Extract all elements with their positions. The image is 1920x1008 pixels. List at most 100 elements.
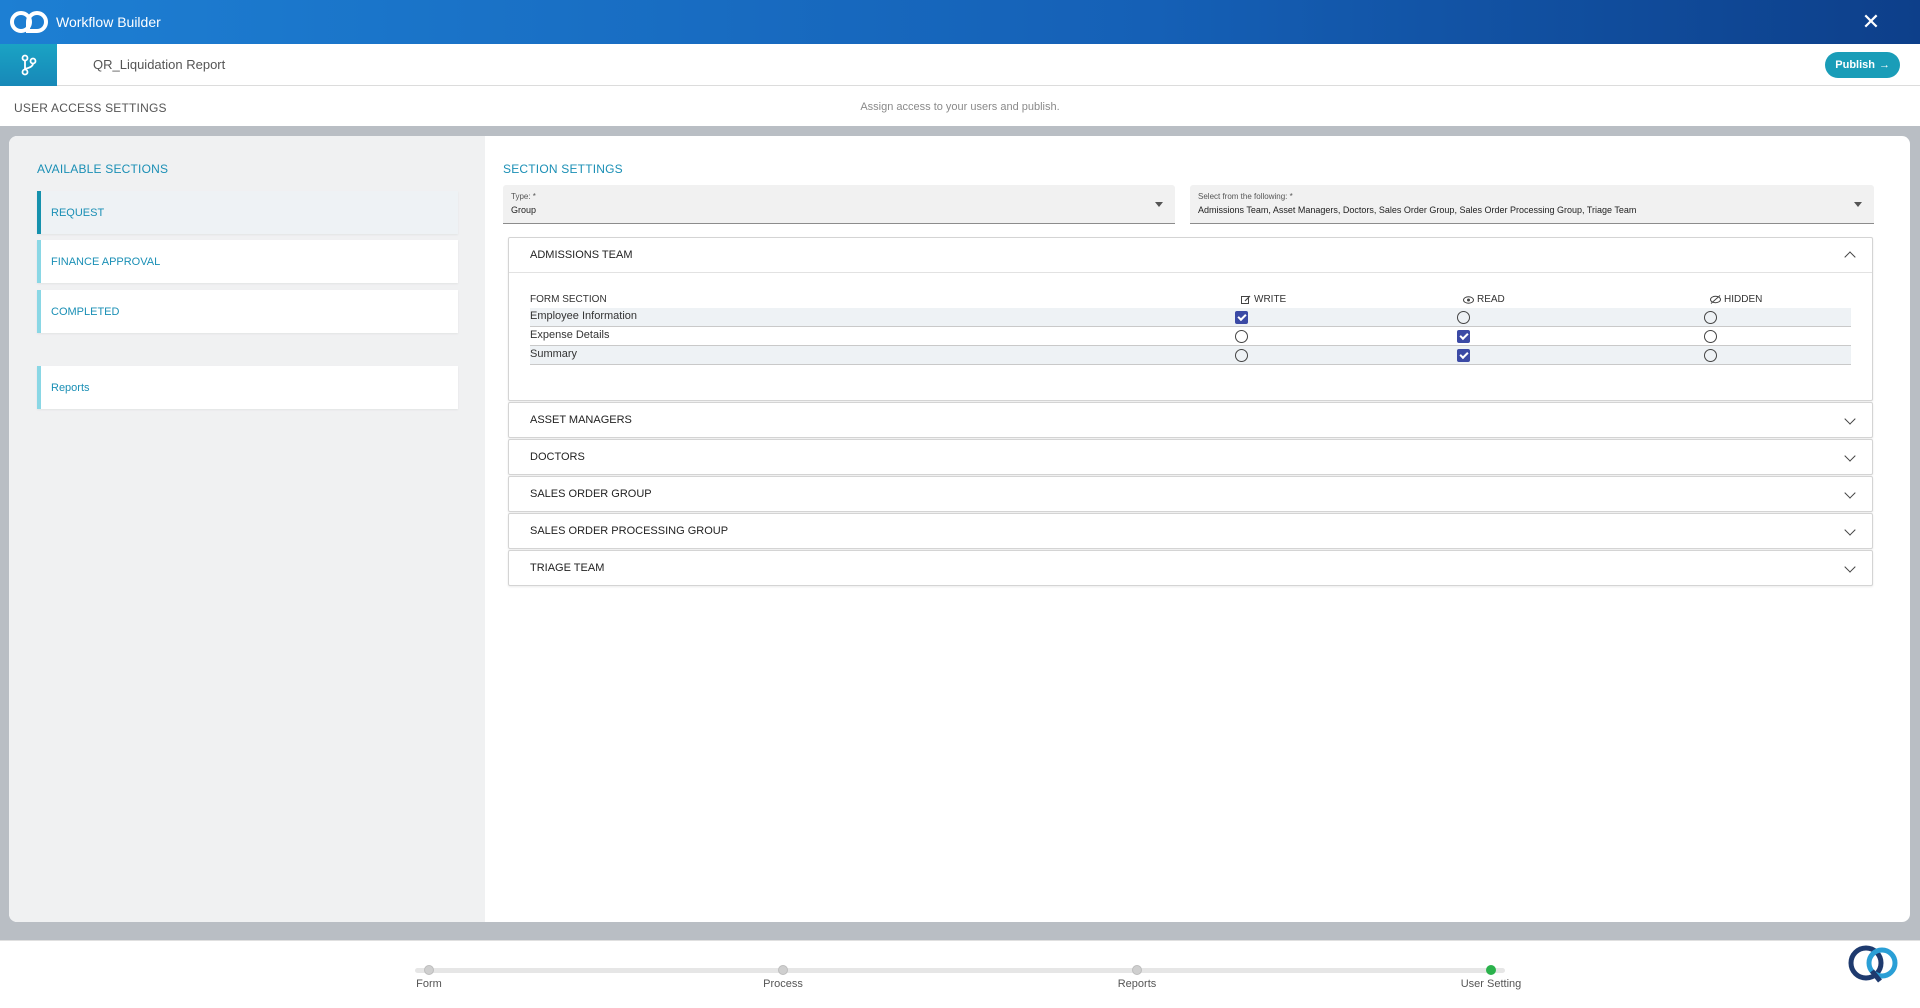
write-header: WRITE bbox=[1241, 294, 1286, 305]
publish-button[interactable]: Publish → bbox=[1825, 52, 1900, 78]
chevron-down-icon[interactable] bbox=[1844, 487, 1856, 499]
group-name: DOCTORS bbox=[530, 451, 585, 463]
form-section-name: Summary bbox=[530, 348, 578, 360]
step-user-setting[interactable]: User Setting bbox=[1431, 965, 1551, 990]
members-select[interactable]: Select from the following: * Admissions … bbox=[1190, 185, 1874, 224]
available-sections-title: AVAILABLE SECTIONS bbox=[37, 162, 169, 176]
permissions-header-row: FORM SECTION WRITE READ HIDDEN bbox=[530, 291, 1851, 308]
write-header-label: WRITE bbox=[1254, 294, 1287, 305]
read-checkbox[interactable] bbox=[1457, 330, 1470, 343]
step-label: Reports bbox=[1117, 978, 1157, 990]
section-item-label: REQUEST bbox=[51, 207, 105, 219]
section-item-completed[interactable]: COMPLETED bbox=[37, 290, 458, 333]
caret-down-icon bbox=[1155, 202, 1163, 207]
step-reports[interactable]: Reports bbox=[1077, 965, 1197, 990]
table-row: Expense Details bbox=[530, 327, 1851, 346]
arrow-right-icon: → bbox=[1879, 59, 1890, 71]
step-process[interactable]: Process bbox=[723, 965, 843, 990]
section-item-finance-approval[interactable]: FINANCE APPROVAL bbox=[37, 240, 458, 283]
group-header[interactable]: DOCTORS bbox=[509, 440, 1872, 474]
form-section-name: Employee Information bbox=[530, 310, 637, 322]
group-admissions-team: ADMISSIONS TEAM FORM SECTION WRITE READ … bbox=[508, 237, 1873, 401]
read-header-label: READ bbox=[1477, 294, 1505, 305]
step-form[interactable]: Form bbox=[369, 965, 489, 990]
eye-icon bbox=[1463, 295, 1474, 304]
step-dot bbox=[1486, 965, 1496, 975]
sub-header: USER ACCESS SETTINGS Assign access to yo… bbox=[0, 86, 1920, 126]
qr-logo-icon bbox=[10, 7, 50, 37]
group-name: ADMISSIONS TEAM bbox=[530, 249, 633, 261]
section-item-request[interactable]: REQUEST bbox=[37, 191, 458, 234]
group-sales-order-group: SALES ORDER GROUP bbox=[508, 476, 1873, 512]
group-asset-managers: ASSET MANAGERS bbox=[508, 402, 1873, 438]
main-frame: AVAILABLE SECTIONS REQUEST FINANCE APPRO… bbox=[0, 126, 1920, 940]
eye-off-icon bbox=[1710, 295, 1721, 304]
hidden-header: HIDDEN bbox=[1710, 294, 1762, 305]
section-item-label: Reports bbox=[51, 382, 90, 394]
available-sections-panel: AVAILABLE SECTIONS REQUEST FINANCE APPRO… bbox=[9, 136, 485, 922]
form-section-name: Expense Details bbox=[530, 329, 610, 341]
chevron-down-icon[interactable] bbox=[1844, 524, 1856, 536]
hidden-radio[interactable] bbox=[1704, 349, 1717, 362]
permissions-table: FORM SECTION WRITE READ HIDDEN Employee … bbox=[530, 291, 1851, 365]
section-item-label: FINANCE APPROVAL bbox=[51, 256, 161, 268]
close-icon[interactable]: ✕ bbox=[1860, 11, 1882, 33]
group-name: ASSET MANAGERS bbox=[530, 414, 632, 426]
group-name: SALES ORDER PROCESSING GROUP bbox=[530, 525, 729, 537]
type-select[interactable]: Type: * Group bbox=[503, 185, 1175, 224]
chevron-down-icon[interactable] bbox=[1844, 450, 1856, 462]
app-title: Workflow Builder bbox=[56, 14, 161, 30]
chevron-up-icon[interactable] bbox=[1844, 251, 1856, 263]
group-header[interactable]: ASSET MANAGERS bbox=[509, 403, 1872, 437]
group-permissions: FORM SECTION WRITE READ HIDDEN Employee … bbox=[509, 272, 1872, 400]
read-header: READ bbox=[1463, 294, 1505, 305]
qr-help-icon[interactable] bbox=[1846, 941, 1902, 989]
workflow-stepper: Form Process Reports User Setting bbox=[0, 940, 1920, 1008]
write-radio[interactable] bbox=[1235, 330, 1248, 343]
group-header[interactable]: TRIAGE TEAM bbox=[509, 551, 1872, 585]
chevron-down-icon[interactable] bbox=[1844, 561, 1856, 573]
chevron-down-icon[interactable] bbox=[1844, 413, 1856, 425]
read-checkbox[interactable] bbox=[1457, 349, 1470, 362]
write-checkbox[interactable] bbox=[1235, 311, 1248, 324]
content-panel: AVAILABLE SECTIONS REQUEST FINANCE APPRO… bbox=[9, 136, 1910, 922]
group-name: TRIAGE TEAM bbox=[530, 562, 605, 574]
title-bar: Workflow Builder ✕ bbox=[0, 0, 1920, 44]
edit-icon bbox=[1241, 295, 1251, 304]
group-name: SALES ORDER GROUP bbox=[530, 488, 652, 500]
group-doctors: DOCTORS bbox=[508, 439, 1873, 475]
group-header[interactable]: ADMISSIONS TEAM bbox=[509, 238, 1872, 272]
group-sales-order-processing-group: SALES ORDER PROCESSING GROUP bbox=[508, 513, 1873, 549]
table-row: Summary bbox=[530, 346, 1851, 365]
stepper-track bbox=[415, 968, 1505, 973]
table-row: Employee Information bbox=[530, 308, 1851, 327]
workflow-header: QR_Liquidation Report Publish → bbox=[0, 44, 1920, 86]
step-label: Process bbox=[763, 978, 803, 990]
write-radio[interactable] bbox=[1235, 349, 1248, 362]
hidden-radio[interactable] bbox=[1704, 330, 1717, 343]
publish-label: Publish bbox=[1835, 59, 1875, 71]
step-label: Form bbox=[416, 978, 442, 990]
type-select-value: Group bbox=[511, 205, 537, 215]
hidden-header-label: HIDDEN bbox=[1724, 294, 1763, 305]
groups-accordion: ADMISSIONS TEAM FORM SECTION WRITE READ … bbox=[508, 237, 1873, 587]
section-item-label: COMPLETED bbox=[51, 306, 120, 318]
members-select-label: Select from the following: * bbox=[1198, 192, 1293, 201]
step-dot bbox=[1132, 965, 1142, 975]
page-hint: Assign access to your users and publish. bbox=[860, 101, 1060, 113]
step-dot bbox=[778, 965, 788, 975]
section-settings-title: SECTION SETTINGS bbox=[503, 162, 623, 176]
group-triage-team: TRIAGE TEAM bbox=[508, 550, 1873, 586]
section-item-reports[interactable]: Reports bbox=[37, 366, 458, 409]
hidden-radio[interactable] bbox=[1704, 311, 1717, 324]
read-radio[interactable] bbox=[1457, 311, 1470, 324]
step-label: User Setting bbox=[1460, 978, 1522, 990]
section-settings-panel: SECTION SETTINGS Type: * Group Select fr… bbox=[485, 136, 1910, 922]
group-header[interactable]: SALES ORDER GROUP bbox=[509, 477, 1872, 511]
group-header[interactable]: SALES ORDER PROCESSING GROUP bbox=[509, 514, 1872, 548]
members-select-value: Admissions Team, Asset Managers, Doctors… bbox=[1198, 205, 1637, 215]
type-select-label: Type: * bbox=[511, 192, 536, 201]
step-dot bbox=[424, 965, 434, 975]
caret-down-icon bbox=[1854, 202, 1862, 207]
workflow-branch-icon[interactable] bbox=[0, 44, 57, 86]
